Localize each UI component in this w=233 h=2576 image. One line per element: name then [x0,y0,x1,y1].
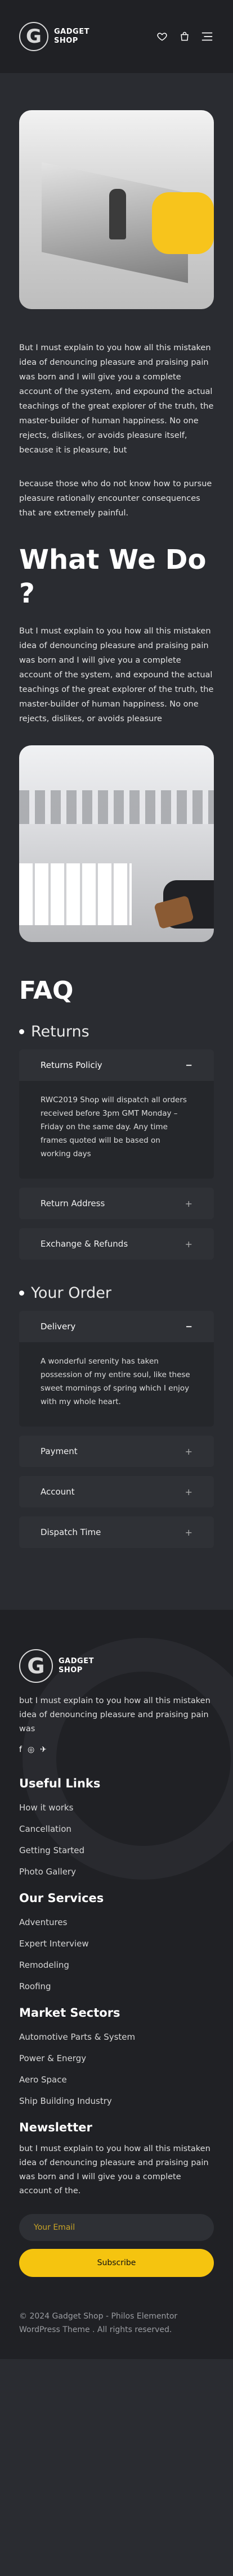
logo-line2: SHOP [59,1666,83,1674]
copyright: © 2024 Gadget Shop - Philos Elementor Wo… [19,2312,178,2334]
logo-line1: GADGET [54,28,89,36]
site-header: G GADGET SHOP [0,0,233,73]
logo-text: GADGET SHOP [54,28,89,46]
logo-text: GADGET SHOP [59,1657,94,1675]
footer-logo[interactable]: G GADGET SHOP [19,1649,214,1683]
faq-item[interactable]: Payment + [19,1436,214,1467]
subscribe-button[interactable]: Subscribe [19,2249,214,2277]
page: G GADGET SHOP But I must explain to you … [0,0,233,2576]
minus-icon[interactable]: − [185,1060,192,1070]
telegram-icon[interactable]: ✈ [40,1745,47,1754]
footer-link[interactable]: Cancellation [19,1824,214,1834]
newsletter-title: Newsletter [19,2121,92,2134]
useful-links-list: How it works Cancellation Getting Starte… [19,1803,214,1877]
store-image [19,745,214,942]
faq-item[interactable]: Dispatch Time + [19,1516,214,1548]
footer-link[interactable]: Ship Building Industry [19,2096,214,2106]
footer-about: but I must explain to you how all this m… [19,1696,210,1733]
faq-question-label: Return Address [41,1198,105,1208]
footer-link[interactable]: Automotive Parts & System [19,2032,214,2042]
minus-icon[interactable]: − [185,1321,192,1332]
faq-item-open: Returns Policiy − RWC2019 Shop will disp… [19,1049,214,1179]
social-links: f ◎ ✈ [19,1745,214,1754]
faq-question[interactable]: Returns Policiy − [19,1049,214,1081]
heart-icon[interactable] [155,30,169,43]
faq-question[interactable]: Delivery − [19,1311,214,1342]
plus-icon[interactable]: + [185,1446,192,1457]
what-we-do-text: But I must explain to you how all this m… [19,627,214,723]
footer-link[interactable]: How it works [19,1803,214,1813]
bullet-icon [19,1029,24,1034]
faq-question-label: Dispatch Time [41,1527,101,1537]
store-shelf-shape [19,790,214,824]
hamburger-icon[interactable] [200,30,214,43]
footer-link[interactable]: Power & Energy [19,2053,214,2063]
footer-link[interactable]: Remodeling [19,1960,214,1970]
site-footer: G GADGET SHOP but I must explain to you … [0,1610,233,2359]
useful-links-title: Useful Links [19,1777,101,1790]
faq-category-returns: Returns [19,1023,214,1040]
logo-line1: GADGET [59,1657,94,1665]
faq-question-label: Account [41,1487,75,1497]
facebook-icon[interactable]: f [19,1745,22,1754]
logo[interactable]: G GADGET SHOP [19,22,89,51]
newsletter-text: but I must explain to you how all this m… [19,2144,210,2195]
footer-link[interactable]: Expert Interview [19,1939,214,1949]
hero-person-shape [109,189,126,239]
faq-answer: RWC2019 Shop will dispatch all orders re… [41,1095,187,1158]
what-we-do-title: What We Do ? [19,544,207,609]
plus-icon[interactable]: + [185,1487,192,1497]
faq-question-label: Exchange & Refunds [41,1239,128,1249]
bullet-icon [19,1291,24,1296]
faq-category-label: Your Order [31,1284,111,1302]
sectors-list: Automotive Parts & System Power & Energy… [19,2032,214,2106]
plus-icon[interactable]: + [185,1198,192,1209]
footer-link[interactable]: Adventures [19,1917,214,1927]
hero-image [19,110,214,309]
plus-icon[interactable]: + [185,1527,192,1538]
faq-category-label: Returns [31,1023,89,1040]
footer-link[interactable]: Photo Gallery [19,1867,214,1877]
faq-question-label: Payment [41,1446,78,1456]
faq-question-label: Returns Policiy [41,1060,102,1070]
faq-item[interactable]: Exchange & Refunds + [19,1228,214,1260]
faq-category-order: Your Order [19,1284,214,1302]
footer-link[interactable]: Roofing [19,1981,214,1991]
faq-item-open: Delivery − A wonderful serenity has take… [19,1311,214,1427]
footer-link[interactable]: Getting Started [19,1845,214,1855]
faq-answer: A wonderful serenity has taken possessio… [41,1357,190,1406]
faq-item[interactable]: Return Address + [19,1188,214,1219]
logo-mark: G [19,1649,53,1683]
intro-paragraph-2: because those who do not know how to pur… [19,479,212,518]
plus-icon[interactable]: + [185,1239,192,1249]
store-display-shape [19,863,132,925]
footer-link[interactable]: Aero Space [19,2075,214,2085]
services-title: Our Services [19,1891,104,1905]
logo-mark: G [19,22,48,51]
sectors-title: Market Sectors [19,2006,120,2020]
instagram-icon[interactable]: ◎ [28,1745,34,1754]
faq-question-label: Delivery [41,1321,76,1332]
services-list: Adventures Expert Interview Remodeling R… [19,1917,214,1991]
faq-item[interactable]: Account + [19,1476,214,1507]
email-input[interactable]: Your Email [19,2214,214,2241]
header-icons [155,30,214,43]
logo-line2: SHOP [54,37,78,45]
hero-yellow-badge [152,192,214,254]
intro-paragraph-1: But I must explain to you how all this m… [19,343,214,455]
bag-icon[interactable] [178,30,191,43]
faq-title: FAQ [19,976,74,1005]
